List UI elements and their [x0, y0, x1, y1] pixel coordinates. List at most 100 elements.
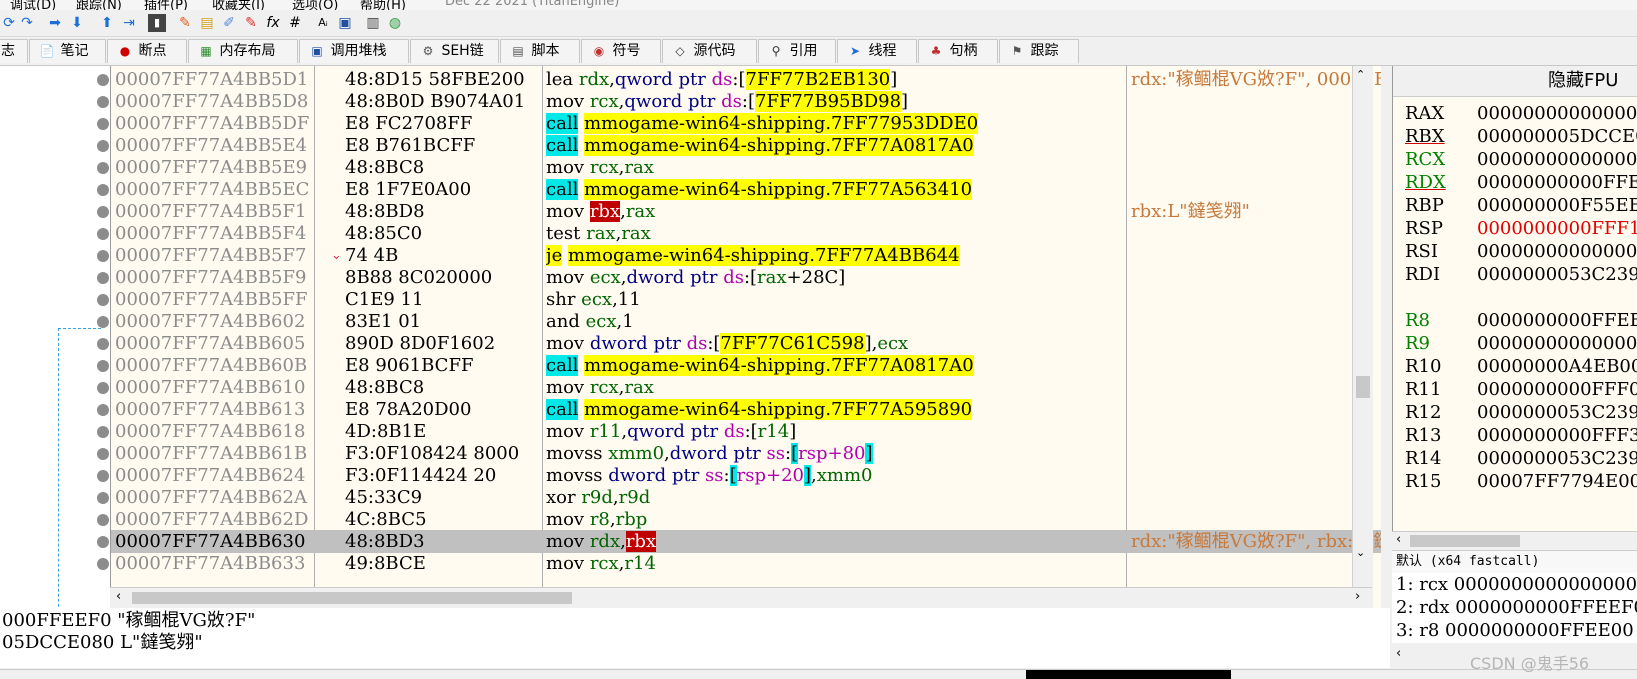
register-row[interactable]: [1405, 286, 1477, 309]
breakpoint-toggle-icon[interactable]: [97, 140, 109, 152]
tab-script[interactable]: ▤ 脚本: [500, 39, 580, 63]
run-to-user-icon[interactable]: ⇥: [120, 14, 138, 32]
tab-log[interactable]: 志: [0, 39, 28, 63]
disasm-hscrollbar[interactable]: ‹ ›: [110, 587, 1372, 608]
breakpoint-toggle-icon[interactable]: [97, 470, 109, 482]
step-into-icon[interactable]: ➡: [46, 14, 64, 32]
register-row[interactable]: RBP 000000000F55EE00: [1405, 194, 1637, 217]
disasm-row[interactable]: 00007FF77A4BB5E9 48:8BC8 mov rcx,rax: [111, 156, 1381, 179]
tab-memory-map[interactable]: ▦ 内存布局: [188, 39, 298, 63]
breakpoint-toggle-icon[interactable]: [97, 536, 109, 548]
breakpoint-toggle-icon[interactable]: [97, 404, 109, 416]
label-icon[interactable]: ✐: [220, 14, 238, 32]
tab-breakpoints[interactable]: ● 断点: [107, 39, 187, 63]
hscroll-thumb[interactable]: [132, 592, 572, 604]
globe-icon[interactable]: ◍: [386, 14, 404, 32]
register-row[interactable]: R13 0000000000FFF300: [1405, 424, 1637, 447]
breakpoint-toggle-icon[interactable]: [97, 250, 109, 262]
disasm-row[interactable]: 00007FF77A4BB62A 45:33C9 xor r9d,r9d: [111, 486, 1381, 509]
tab-notes[interactable]: 📄 笔记: [29, 39, 106, 63]
comment-icon[interactable]: ▤: [198, 14, 216, 32]
register-row[interactable]: R12 0000000053C23900: [1405, 401, 1637, 424]
calculator-icon[interactable]: ▣: [336, 14, 354, 32]
register-row[interactable]: RDI 0000000053C23900: [1405, 263, 1637, 286]
register-row[interactable]: RCX 0000000000000000: [1405, 148, 1637, 171]
disasm-gutter[interactable]: [0, 66, 110, 672]
breakpoint-toggle-icon[interactable]: [97, 228, 109, 240]
disasm-row[interactable]: 00007FF77A4BB5F7 ⌄ 74 4B je mmogame-win64-s…: [111, 244, 1381, 267]
breakpoint-toggle-icon[interactable]: [97, 360, 109, 372]
register-row[interactable]: R14 0000000053C23900: [1405, 447, 1637, 470]
disasm-row[interactable]: 00007FF77A4BB5D1 48:8D15 58FBE200 lea rdx,…: [111, 68, 1381, 91]
breakpoint-toggle-icon[interactable]: [97, 338, 109, 350]
tab-threads[interactable]: ➤ 线程: [837, 39, 917, 63]
breakpoint-toggle-icon[interactable]: [97, 272, 109, 284]
info-pane[interactable]: 000FFEEF0 "稼鲴棍VG敚?F" 05DCCE080 L"鐽笺翙": [0, 608, 1390, 668]
register-row[interactable]: R8 0000000000FFEE00: [1405, 309, 1637, 332]
hash-icon[interactable]: #: [286, 14, 304, 32]
disasm-row[interactable]: 00007FF77A4BB605 890D 8D0F1602 mov dword p…: [111, 332, 1381, 355]
menu-debug[interactable]: 调试(D): [10, 0, 56, 10]
disasm-row[interactable]: 00007FF77A4BB610 48:8BC8 mov rcx,rax: [111, 376, 1381, 399]
scroll-down-icon[interactable]: ⌄: [1356, 546, 1365, 559]
disasm-row[interactable]: 00007FF77A4BB5E4 E8 B761BCFF call mmogame-…: [111, 134, 1381, 157]
disasm-row[interactable]: 00007FF77A4BB618 4D:8B1E mov r11,qword ptr…: [111, 420, 1381, 443]
tab-source[interactable]: ◇ 源代码: [662, 39, 757, 63]
disasm-row[interactable]: 00007FF77A4BB5FF C1E9 11 shr ecx,11: [111, 288, 1381, 311]
step-over-icon[interactable]: ⬇: [68, 14, 86, 32]
registers-panel[interactable]: 隐藏FPU RAX 0000000000000000 RBX 000000005DCC…: [1392, 66, 1637, 566]
tab-symbols[interactable]: ◉ 符号: [581, 39, 661, 63]
menu-plugins[interactable]: 插件(P): [144, 0, 188, 10]
register-row[interactable]: R15 00007FF7794E0000: [1405, 470, 1637, 493]
breakpoint-toggle-icon[interactable]: [97, 96, 109, 108]
disasm-row[interactable]: 00007FF77A4BB5F9 8B88 8C020000 mov ecx,dwo…: [111, 266, 1381, 289]
register-row[interactable]: R10 00000000A4EB0000: [1405, 355, 1637, 378]
registers-hscrollbar[interactable]: ‹: [1392, 531, 1637, 550]
disasm-row[interactable]: 00007FF77A4BB61B F3:0F108424 8000 movss xm…: [111, 442, 1381, 465]
disasm-row[interactable]: 00007FF77A4BB5F1 48:8BD8 mov rbx,rax rbx:L"…: [111, 200, 1381, 223]
tab-handles[interactable]: ♣ 句柄: [918, 39, 998, 63]
breakpoint-toggle-icon[interactable]: [97, 448, 109, 460]
menu-trace[interactable]: 跟踪(N): [76, 0, 122, 10]
hscroll-thumb[interactable]: [1410, 535, 1520, 547]
disasm-row[interactable]: 00007FF77A4BB633 49:8BCE mov rcx,r14: [111, 552, 1381, 575]
tab-references[interactable]: ⚲ 引用: [758, 39, 836, 63]
breakpoint-toggle-icon[interactable]: [97, 558, 109, 570]
disasm-row[interactable]: 00007FF77A4BB60B E8 9061BCFF call mmogame-…: [111, 354, 1381, 377]
register-row[interactable]: RBX 000000005DCCE080: [1405, 125, 1637, 148]
arguments-panel[interactable]: 1: rcx 0000000000000000 2: rdx 000000000…: [1392, 573, 1637, 643]
vscroll-thumb[interactable]: [1356, 376, 1370, 398]
register-row[interactable]: RSP 0000000000FFF140: [1405, 217, 1637, 240]
step-out-icon[interactable]: ⬆: [98, 14, 116, 32]
breakpoint-toggle-icon[interactable]: [97, 206, 109, 218]
restart-icon[interactable]: ↷: [18, 14, 36, 32]
disasm-row[interactable]: 00007FF77A4BB613 E8 78A20D00 call mmogame-…: [111, 398, 1381, 421]
run-icon[interactable]: ⟳: [0, 14, 18, 32]
disasm-row-selected[interactable]: 00007FF77A4BB630 48:8BD3 mov rdx,rbx rdx:"稼…: [111, 530, 1381, 553]
disasm-row[interactable]: 00007FF77A4BB62D 4C:8BC5 mov r8,rbp: [111, 508, 1381, 531]
breakpoint-toggle-icon[interactable]: [97, 382, 109, 394]
font-icon[interactable]: Aᵢ: [314, 14, 332, 32]
function-icon[interactable]: fx: [264, 14, 282, 32]
scroll-left-icon[interactable]: ‹: [1396, 646, 1401, 661]
disasm-row[interactable]: 00007FF77A4BB5EC E8 1F7E0A00 call mmogame-…: [111, 178, 1381, 201]
breakpoint-toggle-icon[interactable]: [97, 426, 109, 438]
tab-trace[interactable]: ⚑ 跟踪: [999, 39, 1079, 63]
disasm-row[interactable]: 00007FF77A4BB5F4 48:85C0 test rax,rax: [111, 222, 1381, 245]
register-row[interactable]: R11 0000000000FFF000: [1405, 378, 1637, 401]
breakpoint-toggle-icon[interactable]: [97, 184, 109, 196]
menu-help[interactable]: 帮助(H): [360, 0, 406, 10]
disasm-vscrollbar[interactable]: ⌃ ⌄: [1352, 66, 1373, 608]
breakpoint-toggle-icon[interactable]: [97, 316, 109, 328]
bookmark-icon[interactable]: ✎: [242, 14, 260, 32]
breakpoint-toggle-icon[interactable]: [97, 118, 109, 130]
hide-fpu-button[interactable]: 隐藏FPU: [1393, 66, 1637, 97]
disasm-row[interactable]: 00007FF77A4BB5D8 48:8B0D B9074A01 mov rcx,…: [111, 90, 1381, 113]
breakpoint-toggle-icon[interactable]: [97, 162, 109, 174]
breakpoint-toggle-icon[interactable]: [97, 492, 109, 504]
disasm-row[interactable]: 00007FF77A4BB5DF E8 FC2708FF call mmogame-…: [111, 112, 1381, 135]
scroll-left-icon[interactable]: ‹: [1396, 532, 1401, 547]
breakpoint-toggle-icon[interactable]: [97, 514, 109, 526]
menu-options[interactable]: 选项(O): [292, 0, 338, 10]
breakpoint-toggle-icon[interactable]: [97, 74, 109, 86]
